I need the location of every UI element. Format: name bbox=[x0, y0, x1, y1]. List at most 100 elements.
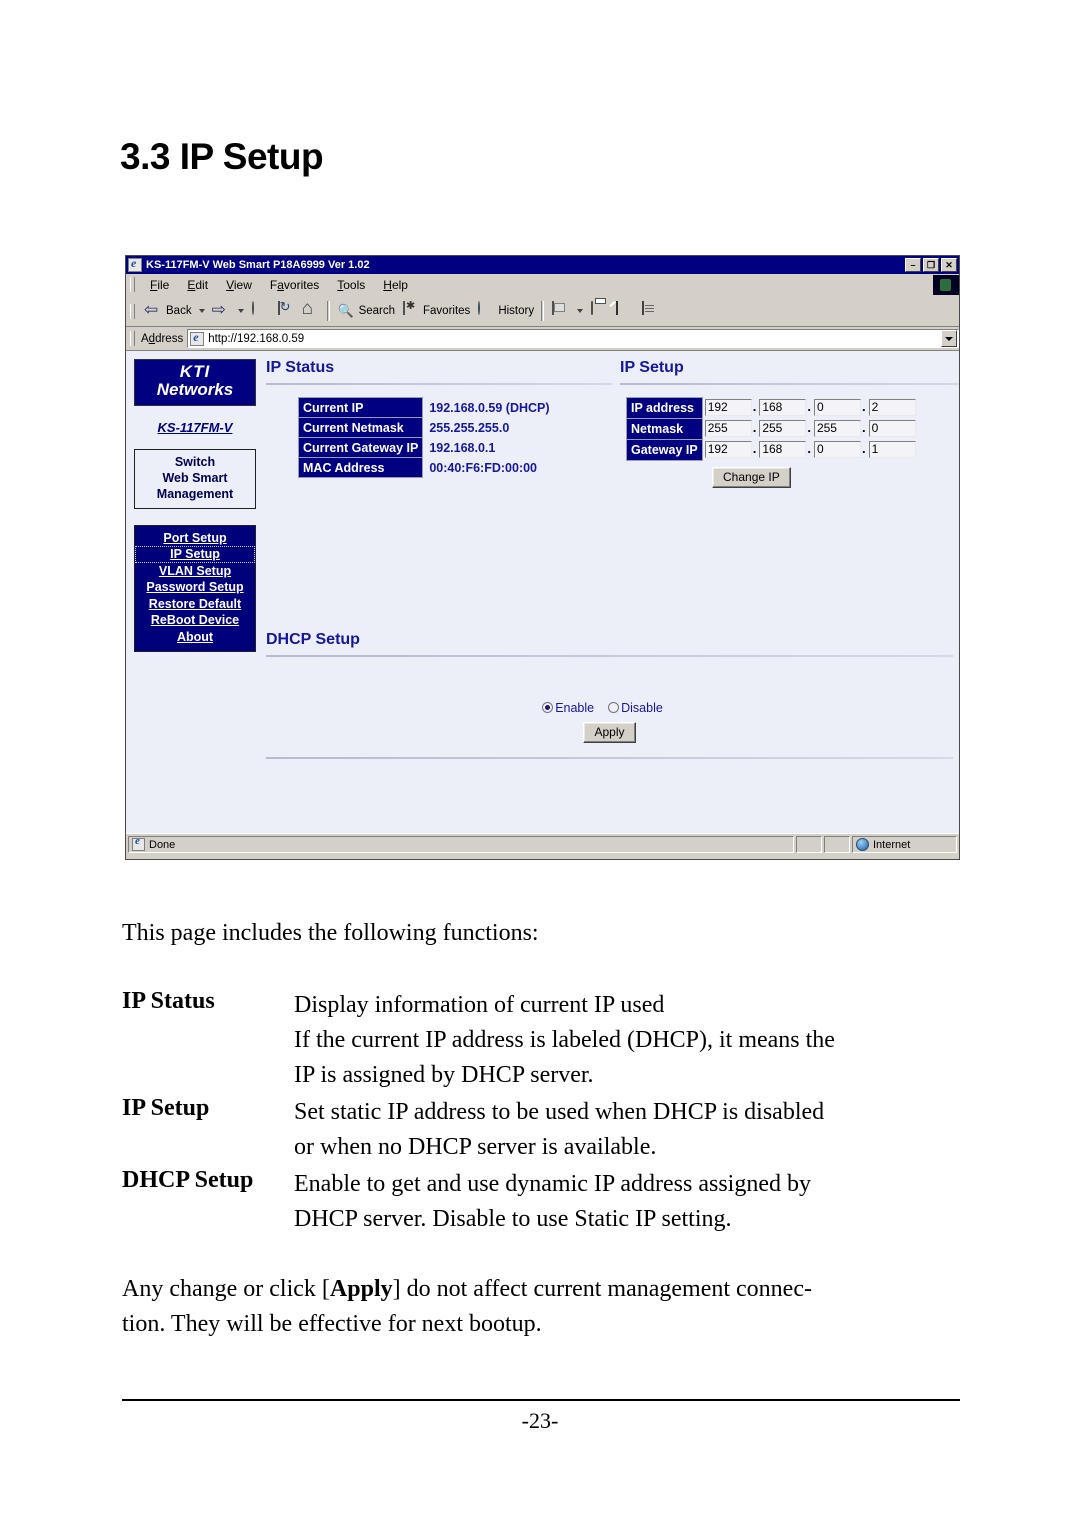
stop-button[interactable] bbox=[248, 300, 273, 323]
dhcp-enable-radio[interactable] bbox=[542, 702, 554, 713]
address-label: Address bbox=[141, 332, 184, 345]
sidebar-item-ip-setup[interactable]: IP Setup bbox=[135, 546, 255, 563]
netmask-octet-1[interactable]: 255 bbox=[704, 419, 752, 437]
table-row: MAC Address 00:40:F6:FD:00:00 bbox=[297, 457, 551, 478]
main-content: IP Status Current IP 192.168.0.59 (DHCP)… bbox=[266, 359, 959, 833]
menu-file[interactable]: File bbox=[141, 277, 178, 293]
definition-description: Enable to get and use dynamic IP address… bbox=[294, 1167, 967, 1237]
restore-button[interactable]: ❐ bbox=[923, 258, 939, 272]
ip-address-octet-2[interactable]: 168 bbox=[759, 398, 807, 416]
netmask-octet-4[interactable]: 0 bbox=[868, 419, 916, 437]
ip-setup-table: IP address 192. 168. 0. 2 Netmask 255. 255. 2… bbox=[626, 397, 917, 461]
search-button-label: Search bbox=[358, 305, 396, 317]
ip-address-octets: 192. 168. 0. 2 bbox=[702, 398, 916, 419]
menu-edit-rest: dit bbox=[195, 277, 209, 292]
ip-address-octet-1[interactable]: 192 bbox=[704, 398, 752, 416]
setup-label-ip-address: IP address bbox=[626, 397, 703, 419]
octet-separator: . bbox=[861, 440, 866, 456]
window-title: KS-117FM-V Web Smart P18A6999 Ver 1.02 bbox=[146, 259, 370, 271]
forward-dropdown-icon[interactable] bbox=[237, 309, 244, 313]
sidebar-item-restore-default[interactable]: Restore Default bbox=[135, 596, 255, 613]
history-icon bbox=[476, 300, 495, 321]
discuss-button[interactable] bbox=[637, 300, 662, 323]
forward-button[interactable] bbox=[209, 300, 234, 323]
favorites-button[interactable]: Favorites bbox=[398, 300, 473, 323]
print-button[interactable] bbox=[587, 300, 612, 323]
address-dropdown-button[interactable] bbox=[941, 330, 957, 347]
back-button[interactable]: Back bbox=[141, 300, 195, 323]
definition-ip-status: IP Status Display information of current… bbox=[122, 988, 967, 1093]
gateway-octet-3[interactable]: 0 bbox=[813, 440, 861, 458]
menu-help-rest: elp bbox=[391, 277, 408, 292]
status-spacer-panel-1 bbox=[796, 836, 822, 853]
final-pre: Any change or click [ bbox=[122, 1276, 330, 1302]
menu-help[interactable]: Help bbox=[374, 277, 417, 293]
minimize-button[interactable]: – bbox=[905, 258, 921, 272]
sidebar-item-reboot-device[interactable]: ReBoot Device bbox=[135, 612, 255, 629]
menu-edit[interactable]: Edit bbox=[178, 277, 217, 293]
back-arrow-icon bbox=[144, 300, 163, 321]
menu-favorites-rest: vorites bbox=[283, 277, 320, 292]
definition-dhcp-setup: DHCP Setup Enable to get and use dynamic… bbox=[122, 1167, 967, 1237]
security-zone-panel[interactable]: Internet bbox=[852, 836, 957, 853]
octet-separator: . bbox=[861, 398, 866, 414]
sidebar-item-password-setup[interactable]: Password Setup bbox=[135, 579, 255, 596]
gateway-octet-1[interactable]: 192 bbox=[704, 440, 752, 458]
gateway-octet-4[interactable]: 1 bbox=[868, 440, 916, 458]
menu-favorites[interactable]: Favorites bbox=[261, 277, 328, 293]
history-button[interactable]: History bbox=[473, 300, 537, 323]
menubar-grip[interactable] bbox=[130, 277, 135, 292]
history-button-label: History bbox=[498, 305, 535, 317]
octet-separator: . bbox=[807, 419, 811, 435]
sidebar-nav: Port Setup IP Setup VLAN Setup Password … bbox=[134, 524, 256, 653]
internet-globe-icon bbox=[856, 838, 869, 851]
toolbar-grip[interactable] bbox=[130, 303, 135, 319]
address-input[interactable]: http://192.168.0.59 bbox=[187, 329, 959, 348]
status-message-text: Done bbox=[149, 838, 176, 851]
octet-separator: . bbox=[752, 398, 757, 414]
octet-separator: . bbox=[752, 440, 757, 456]
menu-view[interactable]: View bbox=[217, 277, 261, 293]
edit-button[interactable] bbox=[612, 300, 637, 323]
addressbar-grip[interactable] bbox=[130, 331, 135, 346]
table-row: Current IP 192.168.0.59 (DHCP) bbox=[297, 397, 551, 418]
browser-menubar: File Edit View Favorites Tools Help bbox=[126, 274, 959, 296]
browser-statusbar: Done Internet bbox=[126, 833, 959, 855]
home-button[interactable] bbox=[298, 298, 323, 323]
window-controls: – ❐ ✕ bbox=[905, 258, 957, 272]
ip-status-table: Current IP 192.168.0.59 (DHCP) Current N… bbox=[297, 397, 551, 478]
intro-paragraph: This page includes the following functio… bbox=[122, 920, 539, 946]
search-icon bbox=[337, 302, 356, 321]
refresh-button[interactable] bbox=[273, 300, 298, 323]
final-post: ] do not affect current management conne… bbox=[392, 1276, 812, 1302]
ip-address-octet-4[interactable]: 2 bbox=[868, 398, 916, 416]
change-ip-button[interactable]: Change IP bbox=[712, 467, 791, 488]
sidebar-item-vlan-setup[interactable]: VLAN Setup bbox=[135, 563, 255, 580]
model-link[interactable]: KS-117FM-V bbox=[134, 420, 256, 435]
web-content-viewport: KTI Networks KS-117FM-V Switch Web Smart… bbox=[126, 350, 959, 833]
favorites-button-label: Favorites bbox=[423, 305, 471, 317]
gateway-octet-2[interactable]: 168 bbox=[759, 440, 807, 458]
back-dropdown-icon[interactable] bbox=[198, 309, 205, 313]
status-message-panel: Done bbox=[128, 835, 794, 853]
ip-address-octet-3[interactable]: 0 bbox=[813, 398, 861, 416]
netmask-octet-2[interactable]: 255 bbox=[759, 419, 807, 437]
dhcp-disable-radio[interactable] bbox=[608, 702, 620, 713]
mail-button[interactable] bbox=[548, 300, 573, 323]
ie-animated-logo-icon bbox=[933, 274, 959, 295]
definition-line: DHCP server. Disable to use Static IP se… bbox=[294, 1206, 732, 1233]
sidebar-item-about[interactable]: About bbox=[135, 629, 255, 646]
apply-button[interactable]: Apply bbox=[583, 722, 636, 743]
print-icon bbox=[590, 300, 609, 321]
table-row: Current Netmask 255.255.255.0 bbox=[297, 417, 551, 438]
dhcp-enable-label: Enable bbox=[555, 701, 595, 715]
sidebar-item-port-setup[interactable]: Port Setup bbox=[135, 530, 255, 547]
search-button[interactable]: Search bbox=[334, 300, 398, 323]
menu-tools[interactable]: Tools bbox=[328, 277, 374, 293]
device-subtitle-box: Switch Web Smart Management bbox=[134, 448, 256, 509]
ip-status-divider bbox=[266, 383, 612, 385]
netmask-octet-3[interactable]: 255 bbox=[813, 419, 861, 437]
close-button[interactable]: ✕ bbox=[941, 258, 957, 272]
page-icon bbox=[190, 330, 205, 346]
mail-dropdown-icon[interactable] bbox=[577, 309, 584, 313]
